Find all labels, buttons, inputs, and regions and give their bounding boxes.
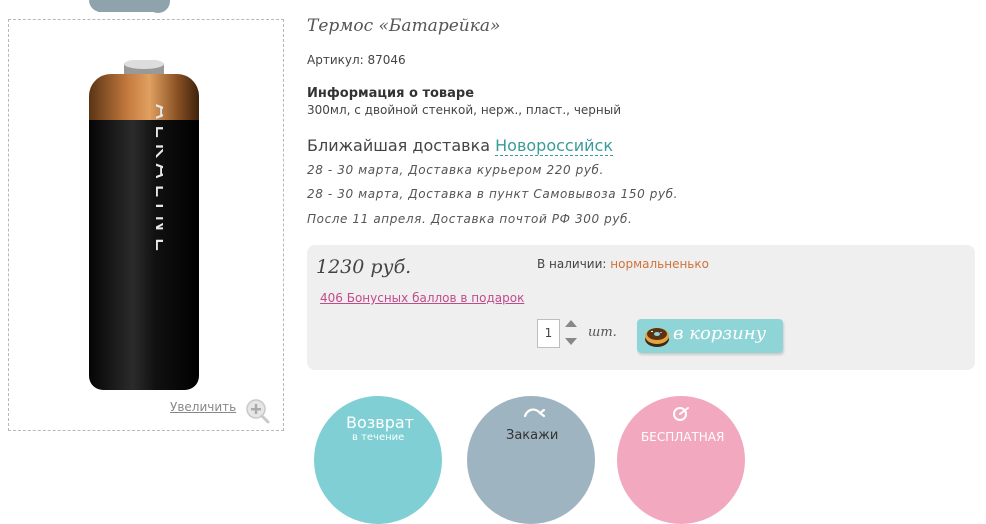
- quantity-unit: шт.: [588, 325, 617, 340]
- plug-icon: [523, 408, 546, 418]
- quantity-input[interactable]: 1: [537, 319, 560, 348]
- donut-cart-icon: [645, 328, 669, 347]
- delivery-city-link[interactable]: Новороссийск: [495, 136, 613, 156]
- battery-label-text: ALKALINE: [150, 104, 163, 258]
- delivery-line: 28 - 30 марта, Доставка курьером 220 руб…: [307, 163, 604, 177]
- info-heading: Информация о товаре: [307, 86, 475, 101]
- cloud-icon: [89, 0, 170, 13]
- badge-return-title: Возврат: [346, 413, 414, 432]
- info-text: 300мл, с двойной стенкой, нерж., пласт.,…: [307, 103, 622, 117]
- add-to-cart-label[interactable]: в корзину: [673, 323, 766, 344]
- delivery-heading-label: Ближайшая доставка: [307, 136, 491, 155]
- candy-icon: [673, 407, 689, 421]
- zoom-plus-icon[interactable]: [244, 398, 270, 424]
- delivery-line: 28 - 30 марта, Доставка в пункт Самовыво…: [307, 187, 679, 201]
- stock-label: В наличии:: [537, 257, 607, 271]
- delivery-heading: Ближайшая доставка Новороссийск: [307, 136, 613, 156]
- product-sku: Артикул: 87046: [307, 53, 406, 67]
- price: 1230 руб.: [316, 256, 412, 278]
- badge-free-title: БЕСПЛАТНАЯ: [641, 430, 725, 444]
- bonus-link[interactable]: 406 Бонусных баллов в подарок: [320, 291, 524, 305]
- product-image-frame[interactable]: ALKALINE: [8, 19, 284, 431]
- stock-value: нормальненько: [610, 257, 709, 271]
- badge-order-title: Закажи: [506, 428, 559, 443]
- delivery-line: После 11 апреля. Доставка почтой РФ 300 …: [307, 212, 633, 226]
- zoom-link[interactable]: Увеличить: [170, 400, 236, 414]
- arrow-up-icon[interactable]: [565, 320, 577, 327]
- arrow-down-icon[interactable]: [565, 338, 577, 345]
- badge-return-subtitle: в течение: [352, 432, 405, 443]
- stock-status: В наличии: нормальненько: [537, 257, 709, 271]
- product-title: Термос «Батарейка»: [307, 16, 501, 36]
- battery-label: ALKALINE: [139, 102, 175, 302]
